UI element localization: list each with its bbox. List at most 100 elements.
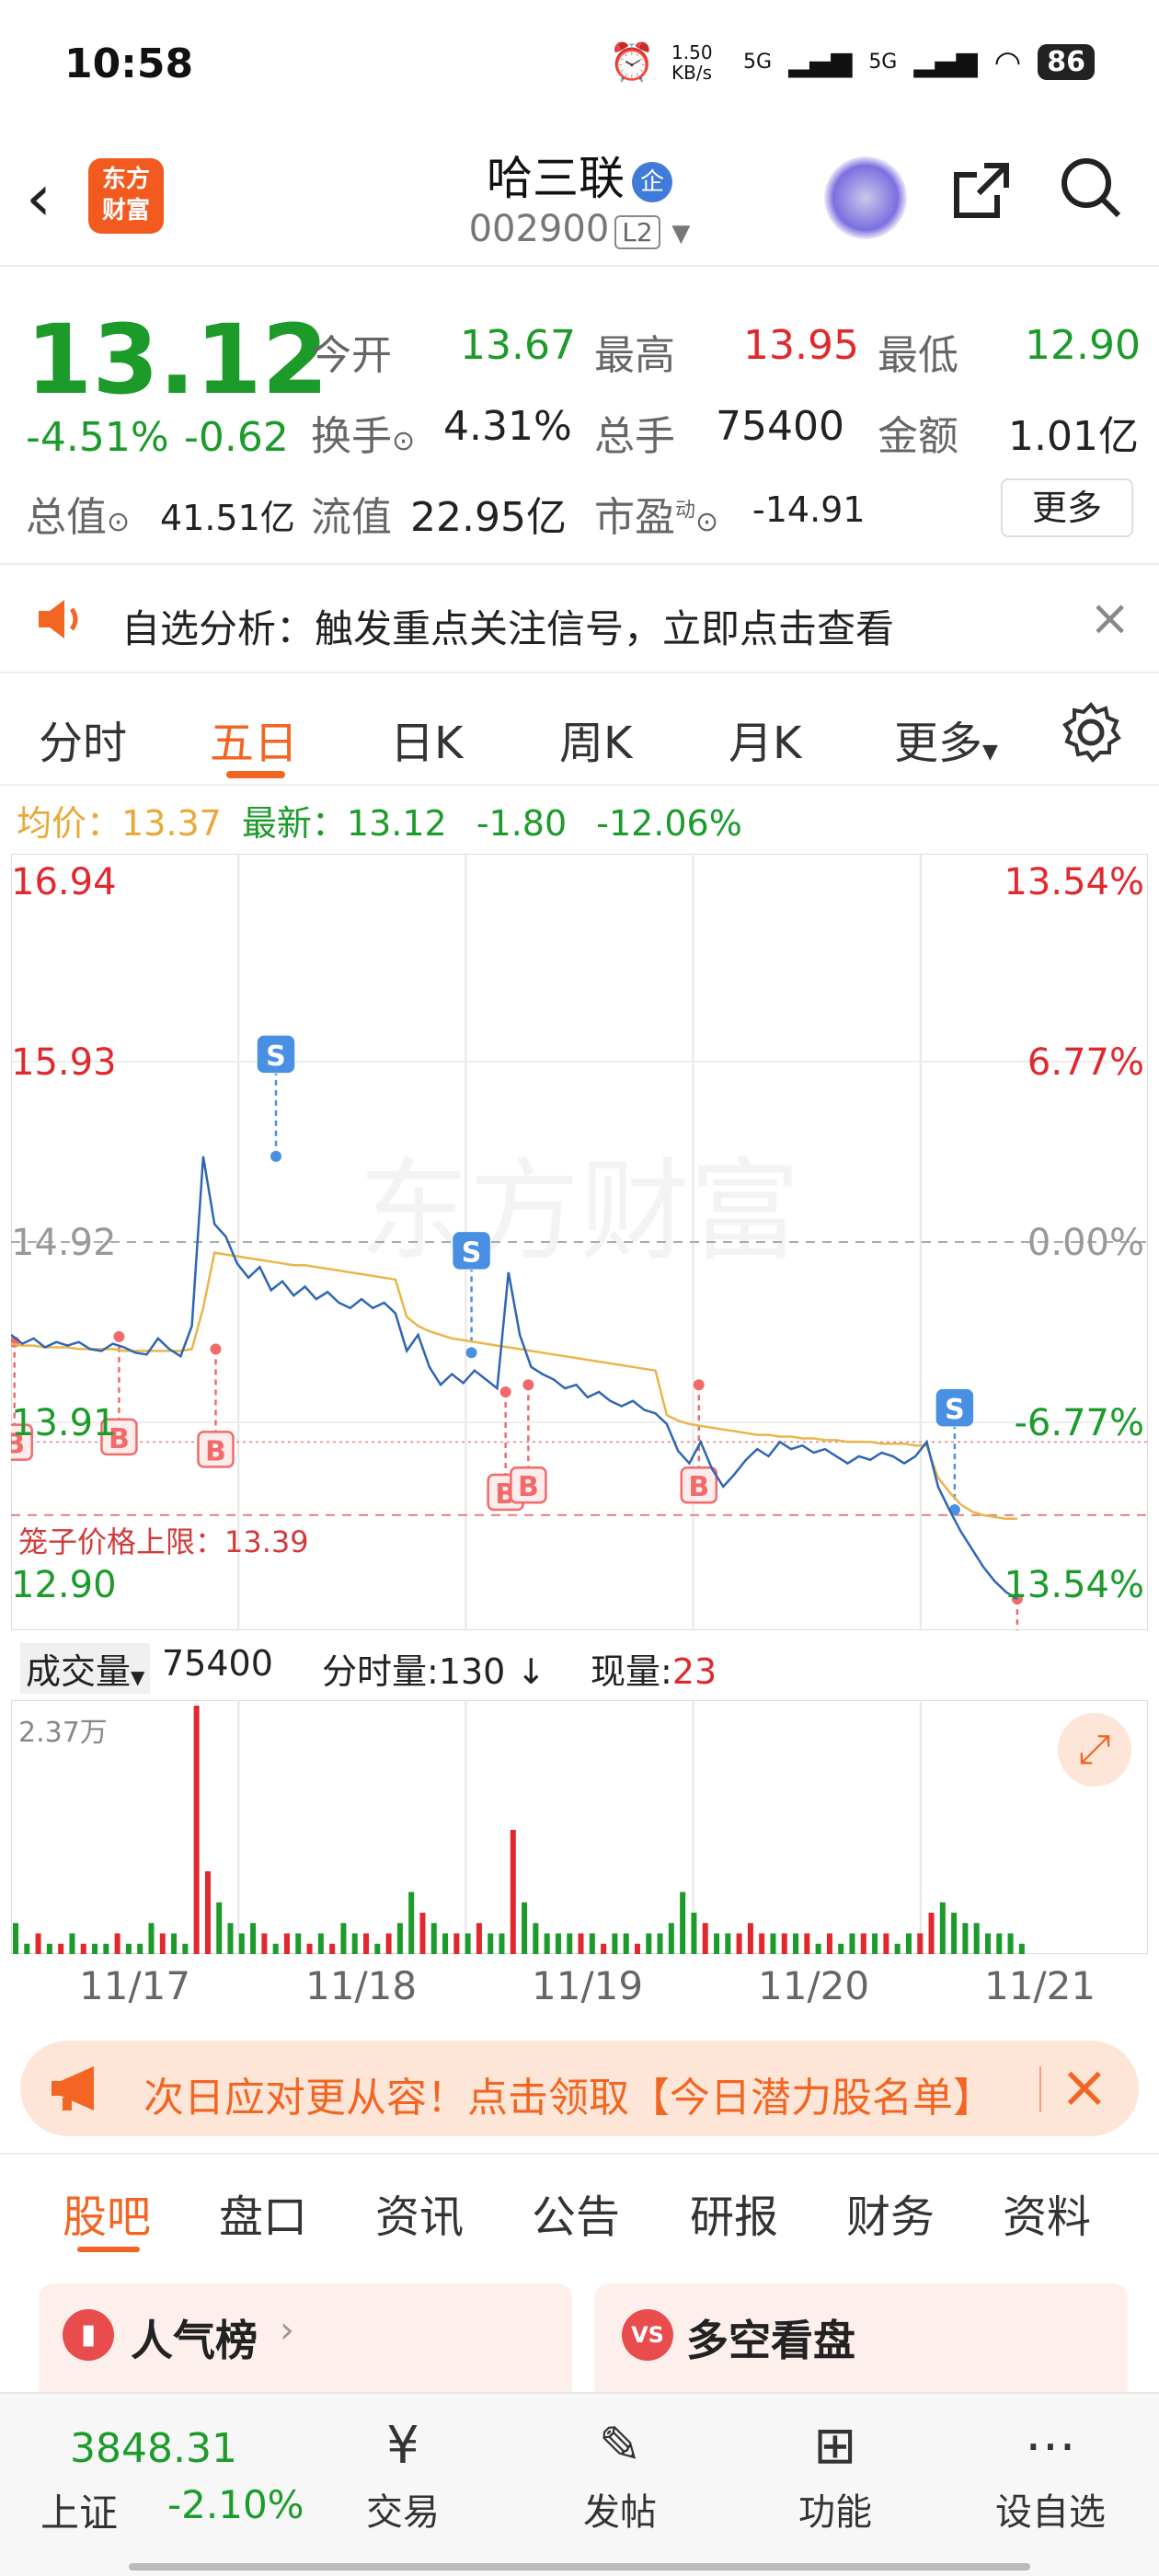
tab-news[interactable]: 资讯: [375, 2180, 464, 2245]
volume-bar: [103, 1943, 109, 1954]
bull-bear-label: 多空看盘: [686, 2316, 855, 2365]
volume-bar: [250, 1923, 257, 1954]
volume-bar: [182, 1943, 189, 1954]
y-left-tick-1: 15.93: [11, 1041, 117, 1084]
volume-bar: [747, 1923, 753, 1954]
volume-bar: [623, 1933, 629, 1954]
notice-bar[interactable]: 自选分析：触发重点关注信号，立即点击查看 ×: [0, 563, 1159, 673]
volume-type-selector[interactable]: 成交量▼: [20, 1643, 151, 1694]
y-right-tick-1: 6.77%: [1027, 1041, 1144, 1084]
nav-trade-label: 交易: [366, 2491, 440, 2534]
high-label: 最高: [594, 332, 675, 379]
fenshi-volume: 分时量:130 ↓: [322, 1643, 545, 1694]
volume-total: 75400: [162, 1643, 273, 1684]
more-quote-button[interactable]: 更多: [1001, 478, 1133, 537]
y-right-tick-4: 13.54%: [1004, 1564, 1144, 1606]
volume-bar: [272, 1943, 279, 1954]
volume-bar: [815, 1943, 821, 1954]
date-tick-2: 11/18: [305, 1963, 418, 2008]
volume-bar: [680, 1892, 686, 1954]
gear-icon[interactable]: [1060, 701, 1122, 767]
volume-bar: [691, 1913, 697, 1954]
stock-header: ‹ 东方 财富 哈三联企 002900 L2 ▼: [0, 138, 1159, 267]
current-price: 13.12: [26, 304, 328, 416]
nav-functions[interactable]: ⊞ 功能: [762, 2416, 909, 2536]
search-icon[interactable]: [1058, 155, 1124, 236]
quote-panel: 13.12 -4.51% -0.62 今开 13.67 最高 13.95 最低 …: [0, 267, 1159, 561]
volume-bar: [306, 1943, 313, 1954]
pe-label-text: 市盈: [594, 494, 675, 541]
nav-watchlist[interactable]: ⋯ 设自选: [977, 2416, 1124, 2536]
y-left-tick-2: 14.92: [11, 1222, 117, 1264]
volume-value: 75400: [716, 403, 844, 450]
volume-bar: [46, 1943, 52, 1954]
nav-trade[interactable]: ¥ 交易: [329, 2416, 476, 2536]
dropdown-arrow-icon: ▼: [671, 220, 691, 247]
pe-label: 市盈动⊙: [594, 484, 718, 543]
volume-bar: [928, 1913, 935, 1954]
tab-underline: [226, 771, 285, 778]
feature-cards: ▮ 人气榜 › VS 多空看盘: [0, 2263, 1159, 2403]
volume-bar: [476, 1923, 482, 1954]
close-icon-2[interactable]: ×: [1060, 2053, 1109, 2122]
volume-bar: [295, 1933, 302, 1954]
tab-daily-k[interactable]: 日K: [390, 707, 463, 771]
tab-guba[interactable]: 股吧: [63, 2180, 151, 2245]
mcap-value: 41.51亿: [160, 498, 295, 538]
expand-icon[interactable]: ⤢: [1058, 1713, 1131, 1787]
volume-bar: [137, 1943, 143, 1954]
info-icon-2[interactable]: ⊙: [107, 506, 130, 538]
tab-five-day[interactable]: 五日: [210, 707, 298, 771]
y-right-tick-3: -6.77%: [1014, 1402, 1144, 1444]
assistant-robot-icon[interactable]: [824, 156, 907, 239]
latest-chg-pct: -12.06%: [596, 803, 742, 844]
volume-bar: [148, 1923, 155, 1954]
volume-bar: [905, 1933, 912, 1954]
mcap-label: 总值⊙: [26, 484, 130, 543]
speaker-icon: [35, 596, 86, 646]
volume-bar: [340, 1923, 347, 1954]
tab-weekly-k[interactable]: 周K: [559, 707, 632, 771]
close-icon[interactable]: ×: [1089, 589, 1130, 647]
popularity-card[interactable]: ▮ 人气榜 ›: [39, 2283, 572, 2403]
volume-bar: [385, 1933, 392, 1954]
tab-monthly-k[interactable]: 月K: [729, 707, 801, 771]
volume-bar: [883, 1933, 889, 1954]
marker-dot-2: [210, 1343, 222, 1355]
volume-bar: [555, 1933, 561, 1954]
y-left-tick-0: 16.94: [11, 861, 117, 903]
bull-bear-card[interactable]: VS 多空看盘: [594, 2283, 1128, 2403]
tab-announcements[interactable]: 公告: [532, 2180, 620, 2245]
change-abs: -0.62: [184, 414, 289, 461]
volume-bar: [522, 1902, 528, 1954]
volume-bar: [261, 1933, 268, 1954]
info-icon[interactable]: ⊙: [392, 425, 415, 457]
volume-bar: [430, 1923, 437, 1954]
edit-icon: ✎: [598, 2416, 642, 2476]
marker-label-6: B: [518, 1471, 539, 1503]
volume-bar: [634, 1943, 640, 1954]
index-value[interactable]: 3848.31: [70, 2425, 237, 2472]
tab-fenshi[interactable]: 分时: [39, 707, 127, 771]
stock-name-text: 哈三联: [487, 152, 625, 205]
volume-bar: [533, 1923, 539, 1954]
popularity-label: 人气榜: [131, 2316, 258, 2365]
info-icon-3[interactable]: ⊙: [695, 506, 718, 538]
arrow-down-icon: ↓: [505, 1651, 546, 1692]
volume-bar: [951, 1913, 958, 1954]
volume-bar: [714, 1933, 720, 1954]
tab-research[interactable]: 研报: [690, 2180, 778, 2245]
xianliang-value: 23: [671, 1651, 717, 1692]
nav-post[interactable]: ✎ 发帖: [546, 2416, 694, 2536]
nav-post-label: 发帖: [583, 2491, 657, 2534]
volume-bar: [510, 1830, 516, 1954]
tab-profile[interactable]: 资料: [1003, 2180, 1091, 2245]
tab-pankou[interactable]: 盘口: [219, 2180, 307, 2245]
share-icon[interactable]: [947, 158, 1014, 240]
tab-finance[interactable]: 财务: [846, 2180, 935, 2245]
latest-label: 最新：: [241, 803, 347, 844]
tab-more[interactable]: 更多▼: [894, 707, 998, 771]
promo-banner[interactable]: 次日应对更从容！点击领取【今日潜力股名单】 ×: [20, 2041, 1139, 2136]
five-day-price-chart[interactable]: 东方财富 BBBSSBBBSB 16.9415.9314.9213.9112.9…: [0, 853, 1149, 1719]
volume-label: 总手: [594, 413, 675, 460]
